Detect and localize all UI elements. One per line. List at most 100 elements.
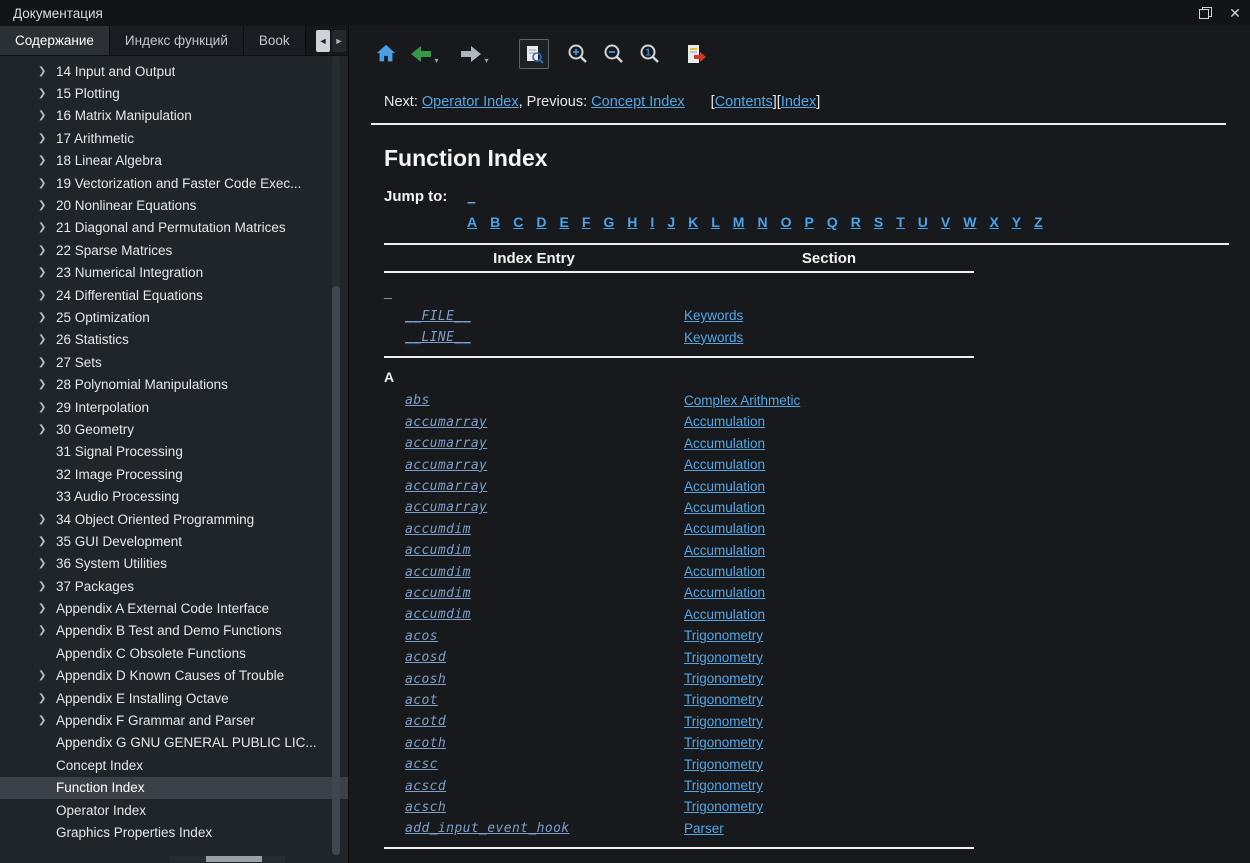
chevron-right-icon[interactable]: ❯ [38, 379, 56, 390]
chevron-right-icon[interactable]: ❯ [38, 514, 56, 525]
section-link[interactable]: Trigonometry [684, 692, 763, 707]
function-link[interactable]: acsc [405, 757, 438, 772]
function-link[interactable]: acos [405, 629, 438, 644]
chevron-right-icon[interactable]: ❯ [38, 670, 56, 681]
sidebar-item[interactable]: Function Index [0, 777, 348, 799]
sidebar-item[interactable]: Appendix C Obsolete Functions [0, 642, 348, 664]
sidebar-vertical-scrollbar[interactable] [332, 56, 340, 855]
function-link[interactable]: __LINE__ [405, 330, 471, 345]
jump-letter-e[interactable]: E [560, 214, 569, 230]
jump-letter-p[interactable]: P [804, 214, 813, 230]
sidebar-item[interactable]: ❯25 Optimization [0, 306, 348, 328]
chevron-right-icon[interactable]: ❯ [38, 245, 56, 256]
previous-link[interactable]: Concept Index [591, 94, 685, 110]
jump-letter-u[interactable]: U [918, 214, 928, 230]
back-history-caret-icon[interactable]: ▾ [434, 56, 438, 65]
next-link[interactable]: Operator Index [422, 94, 519, 110]
sidebar-item[interactable]: ❯30 Geometry [0, 418, 348, 440]
function-link[interactable]: accumdim [405, 522, 471, 537]
function-link[interactable]: acosh [405, 672, 446, 687]
jump-letter-a[interactable]: A [467, 214, 477, 230]
sidebar-item[interactable]: ❯21 Diagonal and Permutation Matrices [0, 217, 348, 239]
zoom-out-button[interactable] [599, 39, 629, 69]
chevron-right-icon[interactable]: ❯ [38, 625, 56, 636]
chevron-right-icon[interactable]: ❯ [38, 110, 56, 121]
scrollbar-thumb[interactable] [332, 286, 340, 855]
chevron-right-icon[interactable]: ❯ [38, 66, 56, 77]
jump-letter-q[interactable]: Q [827, 214, 838, 230]
jump-letter-k[interactable]: K [688, 214, 698, 230]
tab-bookmarks[interactable]: Book [244, 26, 306, 55]
sidebar-item[interactable]: ❯16 Matrix Manipulation [0, 105, 348, 127]
sidebar-item[interactable]: ❯28 Polynomial Manipulations [0, 373, 348, 395]
sidebar-item[interactable]: ❯27 Sets [0, 351, 348, 373]
report-button[interactable] [681, 39, 711, 69]
section-link[interactable]: Parser [684, 821, 724, 836]
function-link[interactable]: __FILE__ [405, 309, 471, 324]
function-link[interactable]: accumarray [405, 500, 487, 515]
sidebar-item[interactable]: Graphics Properties Index [0, 821, 348, 843]
section-link[interactable]: Trigonometry [684, 778, 763, 793]
section-link[interactable]: Trigonometry [684, 757, 763, 772]
sidebar-horizontal-scrollbar[interactable] [170, 856, 285, 862]
function-link[interactable]: abs [405, 393, 430, 408]
function-link[interactable]: accumarray [405, 458, 487, 473]
jump-letter-n[interactable]: N [757, 214, 767, 230]
restore-button[interactable] [1190, 0, 1220, 26]
function-link[interactable]: accumarray [405, 415, 487, 430]
jump-letter-m[interactable]: M [733, 214, 745, 230]
jump-letter-s[interactable]: S [874, 214, 883, 230]
sidebar-item[interactable]: ❯Appendix A External Code Interface [0, 597, 348, 619]
chevron-right-icon[interactable]: ❯ [38, 334, 56, 345]
function-link[interactable]: accumdim [405, 586, 471, 601]
tab-function-index[interactable]: Индекс функций [110, 26, 244, 55]
sidebar-item[interactable]: ❯23 Numerical Integration [0, 262, 348, 284]
section-link[interactable]: Trigonometry [684, 671, 763, 686]
chevron-right-icon[interactable]: ❯ [38, 200, 56, 211]
jump-letter-x[interactable]: X [989, 214, 998, 230]
chevron-right-icon[interactable]: ❯ [38, 424, 56, 435]
jump-letter-g[interactable]: G [603, 214, 614, 230]
jump-letter-r[interactable]: R [851, 214, 861, 230]
jump-letter-underscore[interactable]: _ [468, 190, 476, 205]
function-link[interactable]: accumdim [405, 565, 471, 580]
chevron-right-icon[interactable]: ❯ [38, 715, 56, 726]
sidebar-item[interactable]: ❯35 GUI Development [0, 530, 348, 552]
sidebar-item[interactable]: ❯18 Linear Algebra [0, 150, 348, 172]
home-button[interactable] [371, 39, 401, 69]
jump-letter-o[interactable]: O [781, 214, 792, 230]
section-link[interactable]: Complex Arithmetic [684, 393, 800, 408]
sidebar-item[interactable]: ❯20 Nonlinear Equations [0, 194, 348, 216]
forward-button[interactable]: ▾ [459, 39, 489, 69]
section-link[interactable]: Accumulation [684, 543, 765, 558]
section-link[interactable]: Accumulation [684, 607, 765, 622]
section-link[interactable]: Accumulation [684, 585, 765, 600]
section-link[interactable]: Trigonometry [684, 799, 763, 814]
function-link[interactable]: acoth [405, 736, 446, 751]
jump-letter-v[interactable]: V [941, 214, 950, 230]
sidebar-item[interactable]: ❯22 Sparse Matrices [0, 239, 348, 261]
section-link[interactable]: Accumulation [684, 500, 765, 515]
sidebar-item[interactable]: ❯Appendix B Test and Demo Functions [0, 620, 348, 642]
chevron-right-icon[interactable]: ❯ [38, 178, 56, 189]
jump-letter-b[interactable]: B [490, 214, 500, 230]
chevron-right-icon[interactable]: ❯ [38, 88, 56, 99]
tab-scroll-right-button[interactable]: ► [332, 30, 346, 52]
jump-letter-f[interactable]: F [582, 214, 591, 230]
section-link[interactable]: Trigonometry [684, 650, 763, 665]
sidebar-item[interactable]: ❯19 Vectorization and Faster Code Exec..… [0, 172, 348, 194]
section-link[interactable]: Accumulation [684, 521, 765, 536]
sidebar-item[interactable]: ❯Appendix E Installing Octave [0, 687, 348, 709]
section-link[interactable]: Accumulation [684, 564, 765, 579]
function-link[interactable]: acotd [405, 714, 446, 729]
section-link[interactable]: Trigonometry [684, 714, 763, 729]
function-link[interactable]: accumdim [405, 607, 471, 622]
chevron-right-icon[interactable]: ❯ [38, 581, 56, 592]
function-link[interactable]: acot [405, 693, 438, 708]
chevron-right-icon[interactable]: ❯ [38, 222, 56, 233]
section-link[interactable]: Trigonometry [684, 628, 763, 643]
section-link[interactable]: Keywords [684, 308, 743, 323]
sidebar-item[interactable]: ❯Appendix D Known Causes of Trouble [0, 665, 348, 687]
index-link[interactable]: Index [781, 94, 816, 110]
zoom-in-button[interactable] [563, 39, 593, 69]
